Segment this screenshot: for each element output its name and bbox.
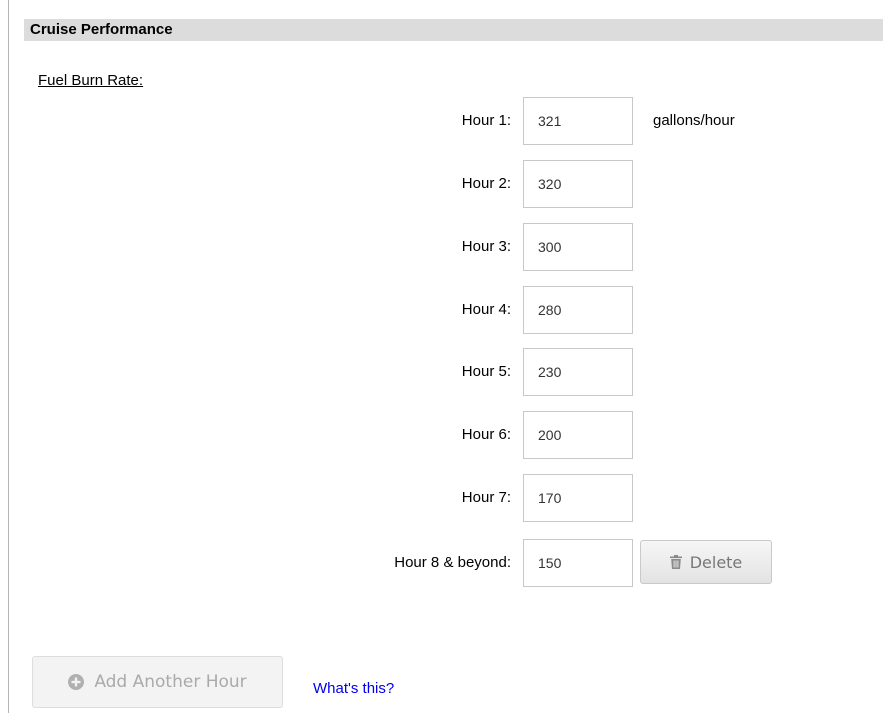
delete-button-label: Delete	[689, 552, 743, 572]
hour-5-input[interactable]	[523, 348, 633, 396]
hour-1-input[interactable]	[523, 97, 633, 145]
section-title: Cruise Performance	[30, 21, 173, 38]
hour-row-3: Hour 3:	[0, 223, 883, 271]
hour-row-8: Hour 8 & beyond: Delete	[0, 539, 883, 587]
add-another-hour-label: Add Another Hour	[94, 672, 247, 692]
add-another-hour-button[interactable]: Add Another Hour	[32, 656, 283, 708]
hour-label: Hour 1:	[461, 112, 511, 129]
hour-label: Hour 3:	[461, 238, 511, 255]
hour-row-4: Hour 4:	[0, 286, 883, 334]
hour-row-5: Hour 5:	[0, 348, 883, 396]
plus-circle-icon	[68, 674, 85, 690]
hour-7-input[interactable]	[523, 474, 633, 522]
cruise-performance-page: Cruise Performance Fuel Burn Rate: Hour …	[0, 0, 883, 713]
hour-label: Hour 4:	[461, 301, 511, 318]
hour-3-input[interactable]	[523, 223, 633, 271]
hour-row-2: Hour 2:	[0, 160, 883, 208]
section-header: Cruise Performance	[24, 19, 883, 41]
hour-label: Hour 7:	[461, 489, 511, 506]
trash-icon	[669, 555, 682, 569]
delete-button[interactable]: Delete	[640, 540, 772, 584]
fuel-burn-rate-title: Fuel Burn Rate:	[38, 72, 144, 89]
whats-this-link[interactable]: What's this?	[313, 680, 394, 697]
hour-4-input[interactable]	[523, 286, 633, 334]
hour-row-7: Hour 7:	[0, 474, 883, 522]
hour-label: Hour 5:	[461, 363, 511, 380]
hour-label: Hour 6:	[461, 426, 511, 443]
unit-label: gallons/hour	[653, 112, 735, 129]
hour-6-input[interactable]	[523, 411, 633, 459]
hour-2-input[interactable]	[523, 160, 633, 208]
hour-row-6: Hour 6:	[0, 411, 883, 459]
hour-row-1: Hour 1: gallons/hour	[0, 97, 883, 145]
hour-label: Hour 8 & beyond:	[394, 554, 511, 571]
hour-8-input[interactable]	[523, 539, 633, 587]
hour-label: Hour 2:	[461, 175, 511, 192]
